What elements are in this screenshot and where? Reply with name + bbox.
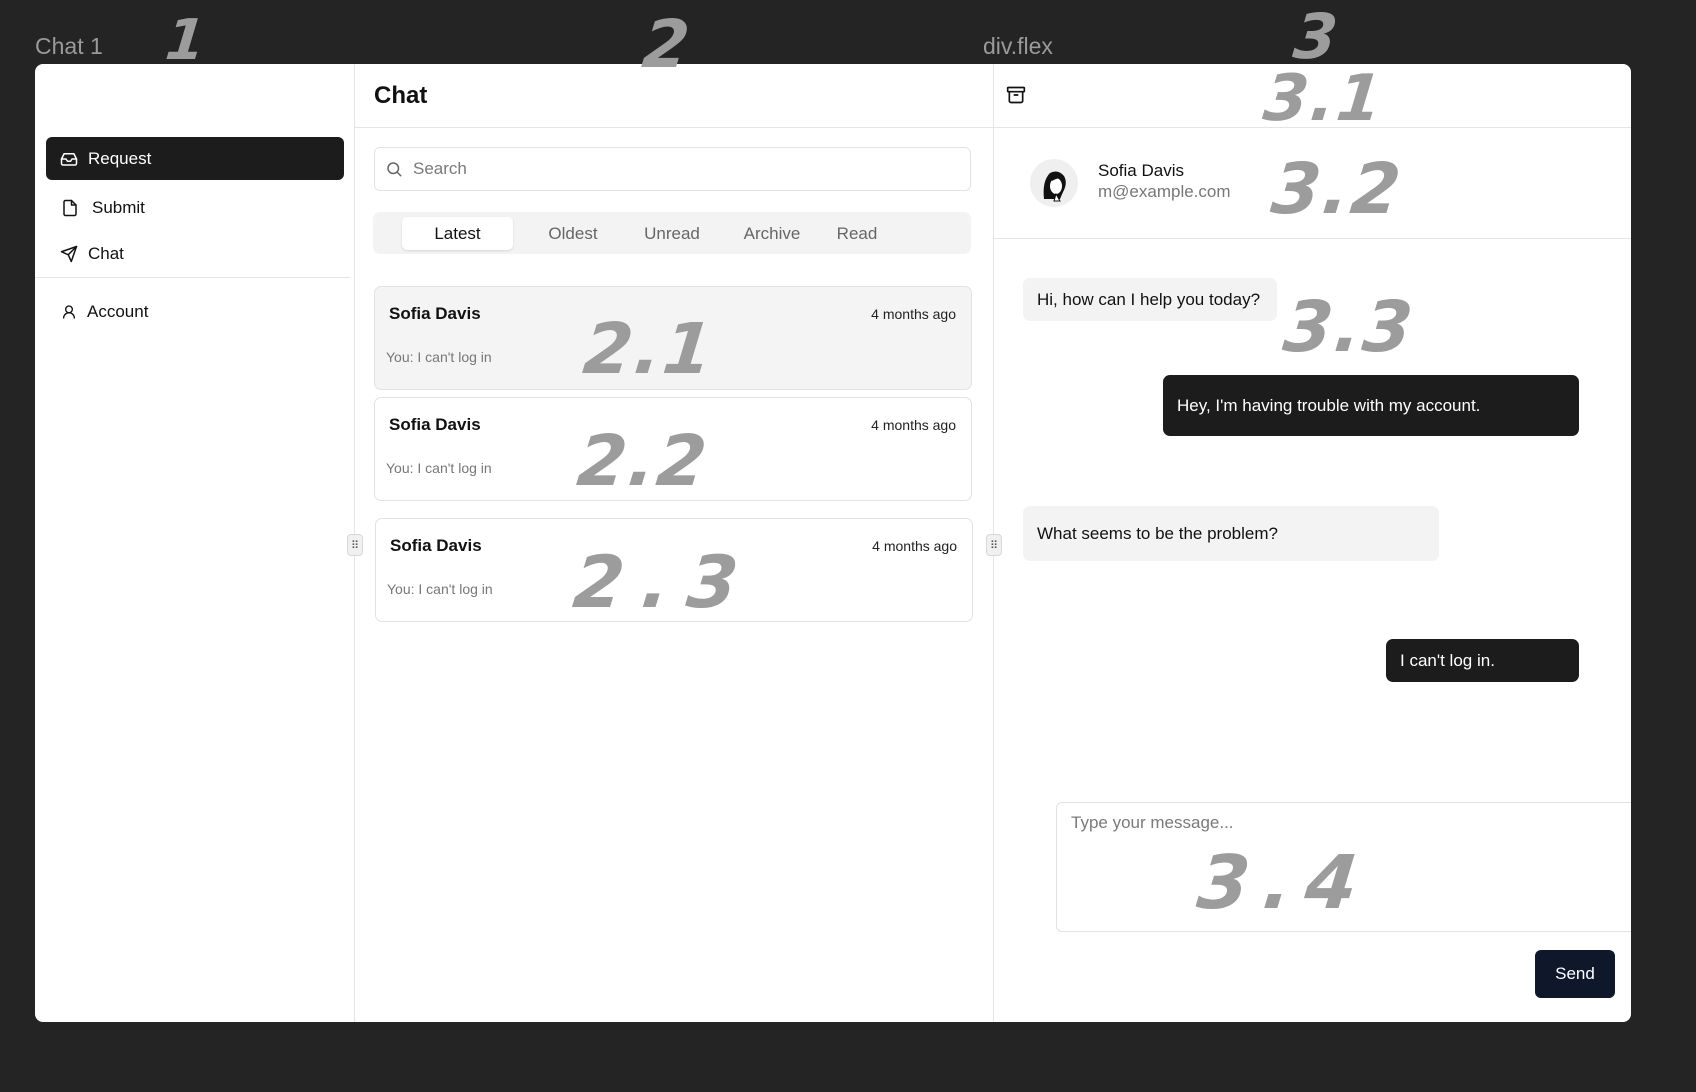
search-box [374, 147, 971, 191]
sidebar-divider [35, 277, 350, 278]
tab-oldest[interactable]: Oldest [528, 217, 618, 250]
annotation-3-4: 3.4 [1193, 840, 1376, 926]
conversation-time: 4 months ago [871, 417, 956, 433]
sidebar-item-chat[interactable]: Chat [46, 232, 344, 275]
filter-tabs: Latest Oldest Unread Archive Read [373, 212, 971, 254]
avatar-portrait-icon [1043, 171, 1066, 202]
conversation-name: Sofia Davis [389, 415, 481, 434]
annotation-2-2: 2.2 [573, 420, 713, 502]
tab-read[interactable]: Read [821, 217, 893, 250]
annotation-3-2: 3.2 [1267, 148, 1407, 230]
contact-name: Sofia Davis [1098, 161, 1184, 180]
annotation-2-3: 2.3 [569, 540, 760, 624]
sidebar-item-submit[interactable]: Submit [46, 186, 344, 229]
send-icon [60, 245, 78, 262]
send-button[interactable]: Send [1535, 950, 1615, 998]
annotation-2-1: 2.1 [579, 308, 719, 390]
sidebar-item-label: Request [88, 148, 152, 168]
file-icon [63, 199, 77, 216]
message-outgoing: I can't log in. [1386, 639, 1579, 682]
message-incoming: Hi, how can I help you today? [1023, 278, 1277, 321]
resize-handle-left[interactable]: ⠿ [347, 534, 363, 556]
sidebar-item-account[interactable]: Account [46, 290, 344, 333]
frame-label-div-flex: div.flex [983, 33, 1053, 59]
message-outgoing: Hey, I'm having trouble with my account. [1163, 375, 1579, 436]
annotation-2: 2 [638, 6, 695, 83]
search-icon [387, 162, 402, 177]
sidebar-item-label: Account [87, 301, 149, 321]
conversation-preview: You: I can't log in [386, 349, 492, 365]
tab-archive[interactable]: Archive [723, 217, 821, 250]
sidebar: Request Submit Chat Account [35, 64, 355, 1022]
page-title: Chat [374, 81, 428, 109]
message-incoming: What seems to be the problem? [1023, 506, 1439, 561]
tab-unread[interactable]: Unread [622, 217, 722, 250]
conversation-time: 4 months ago [872, 538, 957, 554]
tab-latest[interactable]: Latest [402, 217, 513, 250]
avatar [1030, 159, 1078, 207]
archive-icon[interactable] [1006, 85, 1026, 105]
sidebar-item-label: Chat [88, 243, 124, 263]
annotation-3-1: 3.1 [1260, 62, 1388, 136]
contact-email: m@example.com [1098, 182, 1231, 201]
conversation-preview: You: I can't log in [387, 581, 493, 597]
conversation-name: Sofia Davis [390, 536, 482, 555]
search-input[interactable] [411, 158, 955, 180]
conversation-time: 4 months ago [871, 306, 956, 322]
sidebar-item-request[interactable]: Request [46, 137, 344, 180]
user-icon [63, 304, 75, 319]
inbox-icon [60, 152, 78, 166]
sidebar-item-label: Submit [92, 197, 145, 217]
frame-label-chat: Chat 1 [35, 33, 103, 59]
conversation-preview: You: I can't log in [386, 460, 492, 476]
conversation-name: Sofia Davis [389, 304, 481, 323]
annotation-1: 1 [162, 8, 211, 73]
annotation-3-3: 3.3 [1279, 286, 1419, 368]
